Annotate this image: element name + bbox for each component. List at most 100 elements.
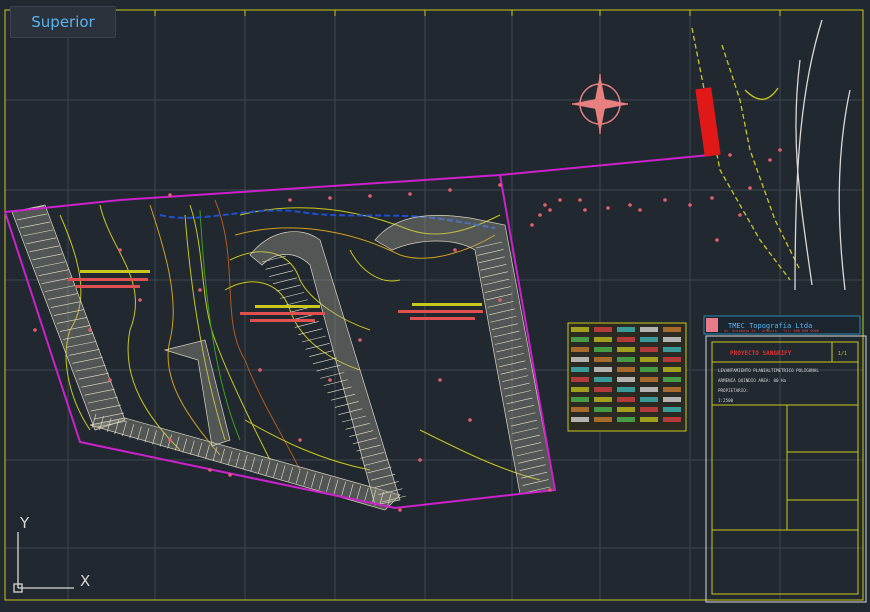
survey-point (663, 198, 667, 202)
survey-point (548, 208, 552, 212)
legend-swatch (571, 407, 589, 412)
legend-swatch (571, 397, 589, 402)
legend-swatch (663, 377, 681, 382)
survey-point (638, 208, 642, 212)
hatch-stroke (269, 270, 294, 277)
legend-swatch (640, 397, 658, 402)
survey-point (543, 203, 547, 207)
legend-swatch (571, 347, 589, 352)
survey-point (748, 186, 752, 190)
legend-swatch (663, 327, 681, 332)
survey-point (715, 238, 719, 242)
legend-swatch (571, 327, 589, 332)
survey-point (228, 473, 232, 477)
survey-point (408, 192, 412, 196)
survey-point (138, 298, 142, 302)
legend-swatch (640, 387, 658, 392)
legend-swatch (617, 417, 635, 422)
legend-swatch (594, 397, 612, 402)
drawing-canvas[interactable]: TMEC Topografía Ltda Av. Quimbaya 54 - A… (0, 0, 870, 612)
legend-swatch (663, 357, 681, 362)
ucs-y-label: Y (19, 514, 30, 532)
legend-swatch (617, 337, 635, 342)
title-line-2: ARMENIA QUINDIO AREA: 00 Ha (718, 378, 787, 383)
legend-swatch (594, 347, 612, 352)
legend-swatch (594, 357, 612, 362)
survey-point (710, 196, 714, 200)
legend-swatch (571, 377, 589, 382)
survey-point (728, 153, 732, 157)
legend-swatch (663, 337, 681, 342)
legend-swatch (617, 367, 635, 372)
legend-swatch (617, 357, 635, 362)
title-line-3: PROPIETARIO: (718, 388, 748, 393)
survey-point (88, 328, 92, 332)
survey-point (418, 458, 422, 462)
legend-swatch (663, 397, 681, 402)
legend-swatch (594, 377, 612, 382)
building-block (695, 87, 721, 157)
legend-swatch (640, 347, 658, 352)
legend-swatch (571, 417, 589, 422)
title-block (703, 315, 867, 603)
legend-swatch (663, 367, 681, 372)
survey-point (198, 288, 202, 292)
legend-swatch (617, 387, 635, 392)
survey-point (498, 183, 502, 187)
legend-swatch (571, 337, 589, 342)
legend-swatch (663, 347, 681, 352)
survey-point (258, 368, 262, 372)
legend-swatch (617, 347, 635, 352)
frame-ticks (67, 10, 781, 16)
legend-swatch (594, 417, 612, 422)
survey-point (328, 378, 332, 382)
legend-swatch (594, 327, 612, 332)
property-boundary (4, 154, 711, 213)
ucs-icon (13, 532, 74, 593)
view-cube-label[interactable]: Superior (10, 6, 116, 38)
title-project: PROYECTO SANGRIFY (730, 350, 792, 357)
legend-swatch (640, 407, 658, 412)
north-arrow-icon (572, 74, 628, 134)
survey-point (368, 194, 372, 198)
legend-swatch (571, 367, 589, 372)
cad-viewport[interactable]: TMEC Topografía Ltda Av. Quimbaya 54 - A… (0, 0, 870, 612)
survey-point (468, 418, 472, 422)
legend-swatch (640, 417, 658, 422)
survey-point (530, 223, 534, 227)
survey-point (168, 193, 172, 197)
survey-point (328, 196, 332, 200)
ucs-x-label: X (80, 572, 90, 590)
legend-swatch (594, 407, 612, 412)
legend-swatch (640, 327, 658, 332)
legend-swatch (594, 367, 612, 372)
legend-swatch (571, 387, 589, 392)
survey-point (498, 298, 502, 302)
legend-swatch (617, 397, 635, 402)
survey-point (453, 248, 457, 252)
survey-point (538, 213, 542, 217)
legend-swatch (663, 417, 681, 422)
legend-swatch (663, 407, 681, 412)
title-scale: 1:2500 (718, 398, 734, 403)
legend-swatch (617, 327, 635, 332)
survey-point (358, 338, 362, 342)
legend-swatch (571, 357, 589, 362)
title-line-1: LEVANTAMIENTO PLANIALTIMETRICO POLIGONAL (718, 368, 819, 373)
title-company-sub: Av. Quimbaya 54 - Armenia · Tel: 000 000… (724, 329, 819, 333)
hatch-stroke (265, 262, 290, 270)
legend-table (567, 322, 687, 432)
legend-swatch (640, 357, 658, 362)
legend-swatch (617, 407, 635, 412)
survey-point (688, 203, 692, 207)
survey-point (548, 488, 552, 492)
survey-point (118, 248, 122, 252)
legend-swatch (594, 387, 612, 392)
survey-point (628, 203, 632, 207)
hatch-stroke (276, 284, 301, 292)
survey-point (108, 378, 112, 382)
survey-point (448, 188, 452, 192)
legend-swatch (640, 337, 658, 342)
hatch-stroke (305, 342, 330, 350)
legend-swatch (617, 377, 635, 382)
